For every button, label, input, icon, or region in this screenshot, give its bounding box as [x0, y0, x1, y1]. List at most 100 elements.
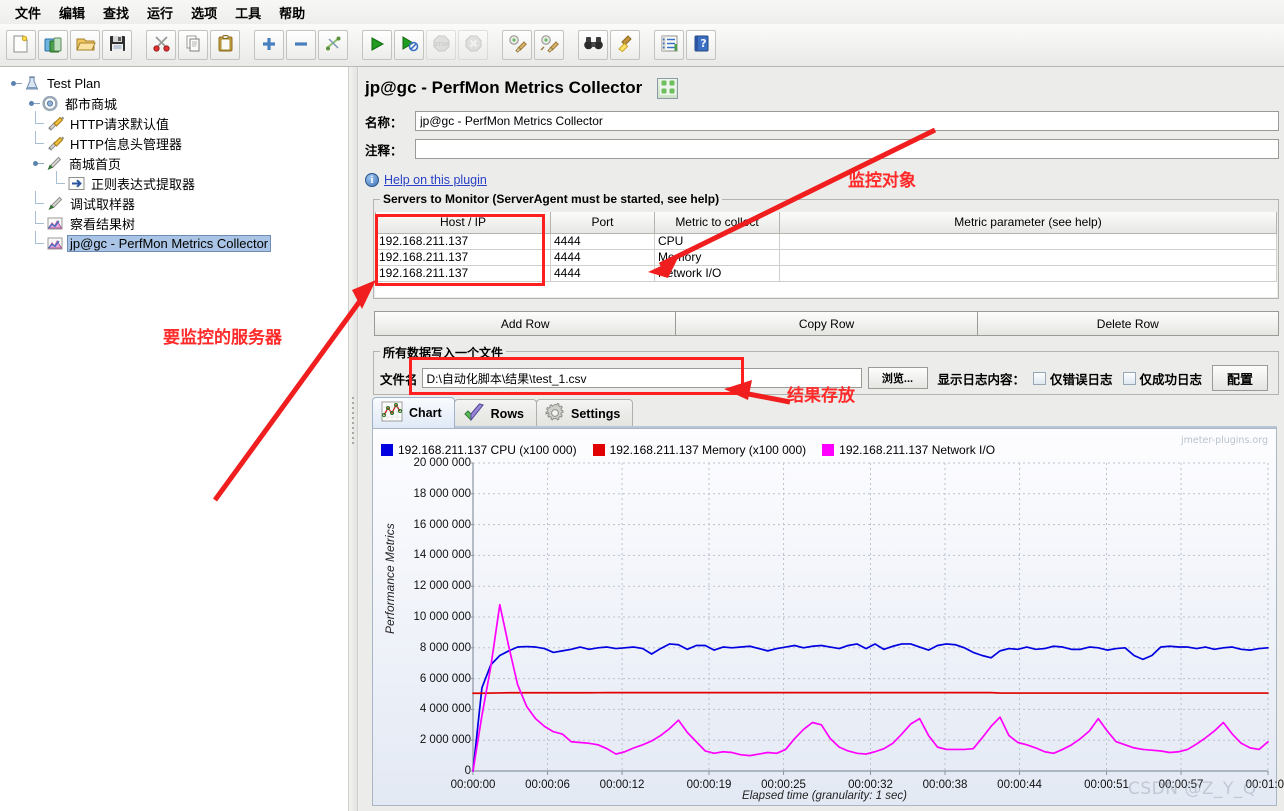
cell-host[interactable]: 192.168.211.137	[375, 264, 551, 282]
cell-param[interactable]	[779, 264, 1277, 282]
errors-only-checkbox[interactable]	[1033, 371, 1047, 385]
test-plan-tree-pane[interactable]: Test Plan 都市商城 HTTP请求默认值 HTTP信息头管理器 商城首页…	[0, 67, 348, 811]
clear-all-button[interactable]	[534, 30, 564, 60]
menu-item-search[interactable]: 查找	[94, 1, 138, 24]
tree-node-perfmon-metrics-collector[interactable]: jp@gc - PerfMon Metrics Collector	[32, 231, 348, 253]
cell-metric[interactable]: Network I/O	[654, 264, 780, 282]
servers-group-legend: Servers to Monitor (ServerAgent must be …	[380, 192, 723, 206]
configure-button[interactable]: 配置	[1212, 365, 1269, 391]
cell-param[interactable]	[779, 232, 1277, 250]
success-only-checkbox[interactable]	[1122, 371, 1136, 385]
open-button[interactable]	[70, 30, 100, 60]
jmeter-window: 文件 编辑 查找 运行 选项 工具 帮助 STOP ? Test Plan 都市…	[0, 0, 1284, 811]
shutdown-icon	[464, 34, 483, 56]
menu-item-file[interactable]: 文件	[6, 1, 50, 24]
test-plan-tree: Test Plan 都市商城 HTTP请求默认值 HTTP信息头管理器 商城首页…	[0, 67, 348, 253]
tree-node-view-results-tree[interactable]: 察看结果树	[32, 211, 348, 233]
help-on-plugin-link[interactable]: i Help on this plugin	[365, 173, 487, 187]
cell-metric[interactable]: Memory	[654, 248, 780, 266]
copy-button[interactable]	[178, 30, 208, 60]
copy-row-button[interactable]: Copy Row	[675, 311, 978, 336]
column-header-param[interactable]: Metric parameter (see help)	[779, 212, 1277, 234]
column-header-host[interactable]: Host / IP	[375, 212, 551, 234]
row-buttons-bar: Add Row Copy Row Delete Row	[374, 311, 1279, 336]
cell-port[interactable]: 4444	[550, 248, 655, 266]
browse-button[interactable]: 浏览...	[867, 367, 928, 389]
delete-row-button[interactable]: Delete Row	[976, 311, 1279, 336]
cell-host[interactable]: 192.168.211.137	[375, 248, 551, 266]
maximize-button[interactable]	[657, 78, 678, 99]
table-row[interactable]: 192.168.211.137 4444 Network I/O	[375, 264, 1277, 282]
add-row-button[interactable]: Add Row	[374, 311, 677, 336]
tree-node-sampler-home[interactable]: 商城首页	[32, 153, 348, 173]
performance-chart[interactable]: jmeter-plugins.org 192.168.211.137 CPU (…	[372, 428, 1284, 806]
menu-item-edit[interactable]: 编辑	[50, 1, 94, 24]
expand-all-button[interactable]	[254, 30, 284, 60]
gear-icon	[545, 402, 565, 426]
table-row[interactable]: 192.168.211.137 4444 CPU	[375, 232, 1277, 250]
menu-item-tools[interactable]: 工具	[226, 1, 270, 24]
expand-handle-icon[interactable]	[10, 77, 22, 89]
collapse-all-button[interactable]	[286, 30, 316, 60]
cell-port[interactable]: 4444	[550, 264, 655, 282]
cell-host[interactable]: 192.168.211.137	[375, 232, 551, 250]
function-helper-button[interactable]	[654, 30, 684, 60]
save-button[interactable]	[102, 30, 132, 60]
paste-button[interactable]	[210, 30, 240, 60]
tree-node-debug-sampler[interactable]: 调试取样器	[32, 191, 348, 213]
column-header-metric[interactable]: Metric to collect	[654, 212, 780, 234]
start-no-pauses-button[interactable]	[394, 30, 424, 60]
log-content-label: 显示日志内容：	[937, 372, 1026, 387]
expand-handle-icon[interactable]	[32, 157, 44, 169]
menu-item-run[interactable]: 运行	[138, 1, 182, 24]
errors-only-label: 仅错误日志	[1050, 372, 1113, 387]
binoculars-icon	[583, 35, 604, 55]
play-no-pause-icon	[400, 34, 419, 56]
tree-node-label: HTTP请求默认值	[70, 116, 169, 132]
menu-item-options[interactable]: 选项	[182, 1, 226, 24]
cell-metric[interactable]: CPU	[654, 232, 780, 250]
annotation-monitor-target: 监控对象	[848, 171, 916, 191]
search-button[interactable]	[578, 30, 608, 60]
toggle-button[interactable]	[318, 30, 348, 60]
stop-button[interactable]: STOP	[426, 30, 456, 60]
column-header-port[interactable]: Port	[550, 212, 655, 234]
tree-node-test-plan[interactable]: Test Plan	[10, 73, 348, 93]
tree-node-thread-group[interactable]: 都市商城	[28, 93, 348, 113]
reset-search-button[interactable]	[610, 30, 640, 60]
comment-input[interactable]	[415, 139, 1279, 159]
config-icon	[46, 135, 65, 152]
tree-node-http-request-defaults[interactable]: HTTP请求默认值	[32, 111, 348, 133]
expand-handle-icon[interactable]	[28, 97, 40, 109]
tree-branch-line	[32, 191, 46, 213]
shutdown-button[interactable]	[458, 30, 488, 60]
filename-label: 文件名	[380, 372, 418, 387]
start-button[interactable]	[362, 30, 392, 60]
split-divider[interactable]	[348, 67, 358, 811]
table-row[interactable]: 192.168.211.137 4444 Memory	[375, 248, 1277, 266]
tab-chart[interactable]: Chart	[372, 397, 455, 428]
tab-settings[interactable]: Settings	[536, 399, 634, 428]
name-label: 名称：	[365, 115, 403, 130]
clear-button[interactable]	[502, 30, 532, 60]
tree-node-label: 察看结果树	[70, 216, 136, 232]
help-button[interactable]: ?	[686, 30, 716, 60]
name-input[interactable]	[415, 111, 1279, 131]
tab-chart-label: Chart	[409, 406, 442, 420]
page-title: jp@gc - PerfMon Metrics Collector	[365, 78, 643, 97]
help-link-label: Help on this plugin	[384, 173, 487, 187]
templates-button[interactable]	[38, 30, 68, 60]
tab-rows-label: Rows	[490, 407, 524, 421]
new-test-plan-button[interactable]	[6, 30, 36, 60]
menu-item-help[interactable]: 帮助	[270, 1, 314, 24]
tab-rows[interactable]: Rows	[453, 399, 537, 428]
sampler-icon	[46, 195, 64, 212]
cell-param[interactable]	[779, 248, 1277, 266]
cell-port[interactable]: 4444	[550, 232, 655, 250]
tree-node-http-header-manager[interactable]: HTTP信息头管理器	[32, 131, 348, 153]
cut-button[interactable]	[146, 30, 176, 60]
tree-node-regex-extractor[interactable]: 正则表达式提取器	[53, 171, 348, 193]
servers-table-container[interactable]: Host / IP Port Metric to collect Metric …	[375, 212, 1277, 297]
clear-broom-icon	[507, 34, 528, 56]
stop-icon: STOP	[432, 34, 451, 56]
